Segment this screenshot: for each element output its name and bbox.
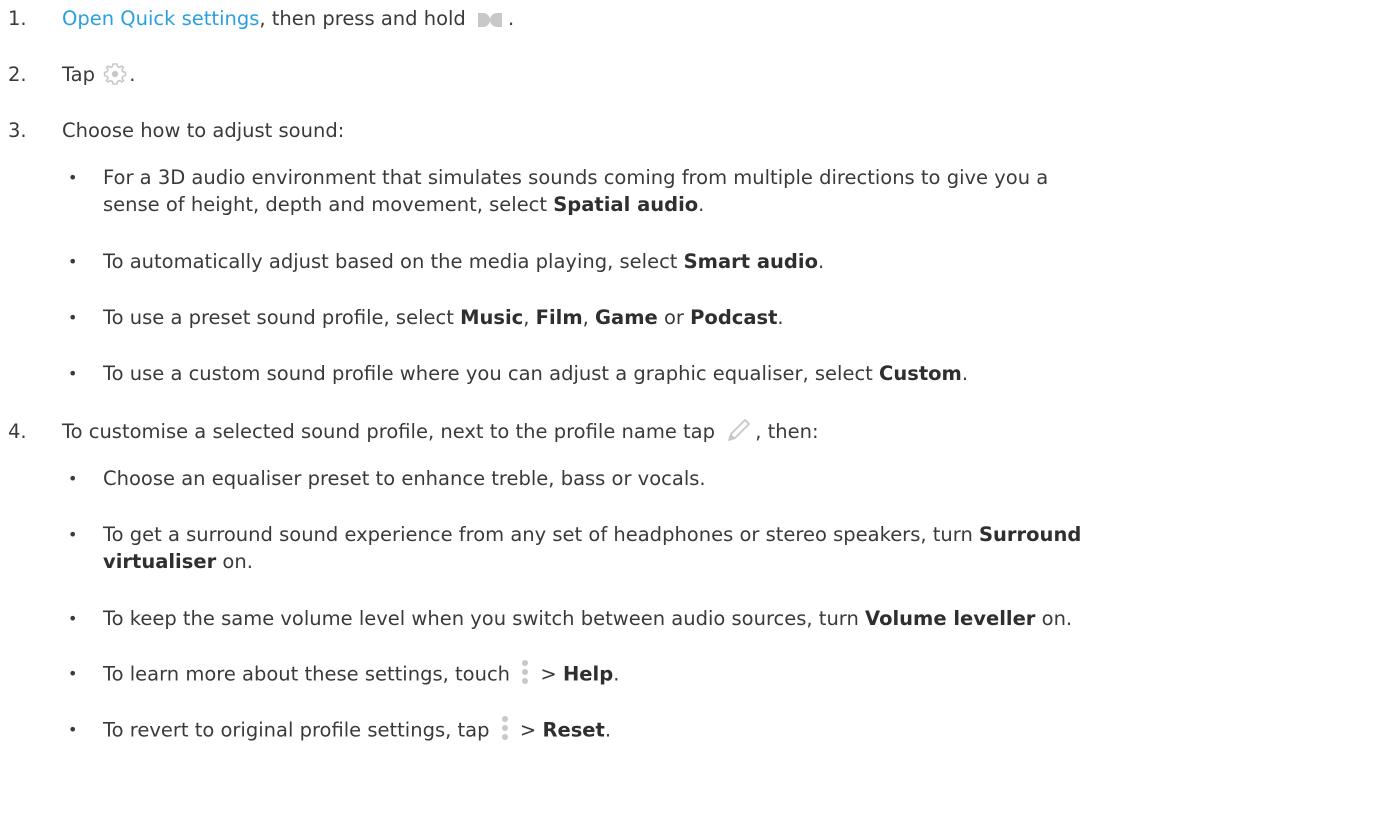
help-label: Help [562,662,614,686]
bullet-dot: • [68,664,78,683]
bullet-dot: • [68,364,78,383]
bullet-text: Choose an equaliser preset to enhance tr… [103,467,706,490]
bullet-text: To use a preset sound profile, select [103,306,461,329]
bullet-dot: • [68,168,78,187]
bullet-dot: • [68,469,78,488]
step-number: 2. [8,63,27,86]
pencil-icon [723,416,753,444]
list-item: • To keep the same volume level when you… [62,605,1080,632]
bullet-text-end: on. [216,550,253,573]
separator: , [582,306,596,329]
bullet-text-end: . [604,718,612,742]
list-item: • To automatically adjust based on the m… [62,248,832,275]
more-vert-icon [519,657,531,687]
step-text: Tap [62,63,102,86]
bullet-text: sense of height, depth and movement, sel… [103,193,554,216]
option-podcast: Podcast [690,306,778,329]
list-item: • To get a surround sound experience fro… [62,521,1089,575]
bullet-dot: • [68,609,78,628]
separator: or [657,306,691,329]
option-name: Spatial audio [553,193,699,216]
step-3: 3. Choose how to adjust sound: [0,117,344,144]
bullet-text: To use a custom sound profile where you … [103,362,880,385]
separator: , [523,306,536,329]
list-item: • Choose an equaliser preset to enhance … [62,465,714,492]
step-number: 4. [8,420,27,443]
option-name-cont: virtualiser [103,550,217,573]
option-name: Surround [979,523,1082,546]
list-item: • To use a custom sound profile where yo… [62,360,976,387]
step-text-end: . [129,63,136,86]
step-number: 1. [8,7,27,30]
bullet-text-end: . [777,306,784,329]
step-number: 3. [8,119,27,142]
bullet-text-end: . [613,662,620,686]
list-item: • For a 3D audio environment that simula… [62,164,1056,218]
step-1: 1. Open Quick settings, then press and h… [0,5,514,32]
option-name: Smart audio [683,250,818,273]
bullet-text-end: . [817,250,825,273]
bullet-text: To automatically adjust based on the med… [103,250,684,273]
reset-label: Reset [542,718,605,742]
bullet-text-end: on. [1035,607,1073,630]
step-text-end: . [508,7,515,30]
dolby-icon [476,9,504,27]
more-vert-icon [499,713,511,743]
list-item: • To use a preset sound profile, select … [62,304,792,331]
option-music: Music [460,306,524,329]
bullet-text: To learn more about these settings, touc… [103,662,517,686]
list-item: • To learn more about these settings, to… [62,660,627,690]
bullet-dot: • [68,308,78,327]
bullet-text: To keep the same volume level when you s… [103,607,866,630]
step-text: Choose how to adjust sound: [62,119,345,142]
step-text: To customise a selected sound profile, n… [62,420,722,443]
gear-icon [102,61,128,87]
separator: > [513,718,543,742]
step-text: , then press and hold [259,7,472,30]
option-name: Custom [879,362,962,385]
bullet-dot: • [68,720,78,739]
step-4: 4. To customise a selected sound profile… [0,418,819,445]
bullet-text-end: . [698,193,705,216]
bullet-dot: • [68,525,78,544]
option-game: Game [595,306,658,329]
bullet-text: To get a surround sound experience from … [103,523,979,546]
bullet-text: To revert to original profile settings, … [103,718,496,742]
bullet-dot: • [68,252,78,271]
list-item: • To revert to original profile settings… [62,716,619,746]
option-name: Volume leveller [865,607,1036,630]
bullet-line: For a 3D audio environment that simulate… [103,166,1049,189]
bullet-text-end: . [961,362,969,385]
separator: > [534,662,563,686]
step-2: 2. Tap . [0,61,135,88]
step-text-end: , then: [755,420,819,443]
option-film: Film [535,306,583,329]
open-quick-settings-link[interactable]: Open Quick settings [62,7,259,30]
